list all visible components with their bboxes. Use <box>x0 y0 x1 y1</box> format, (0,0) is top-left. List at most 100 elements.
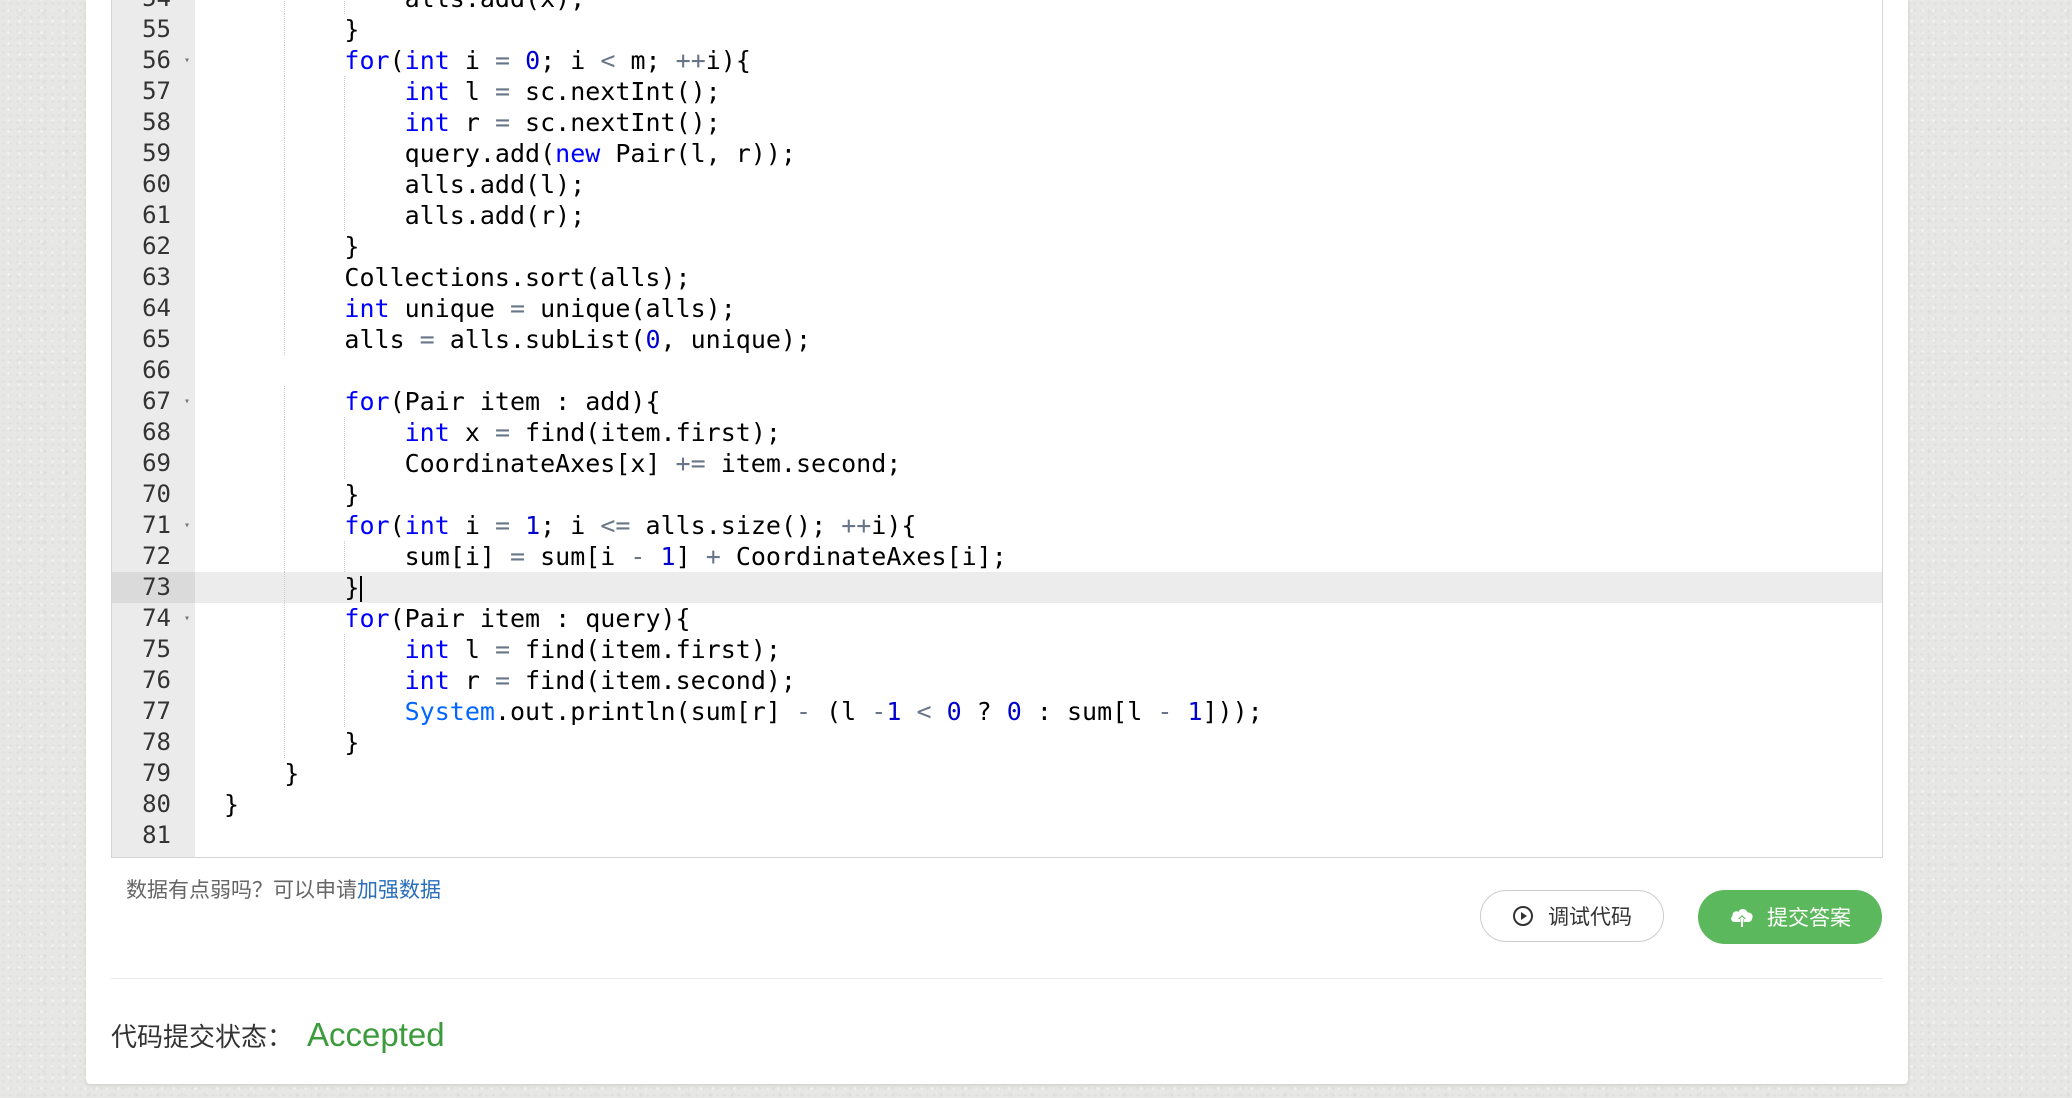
line-number: 60 <box>142 170 171 198</box>
code-text: alls.add(x); <box>224 0 586 14</box>
code-line[interactable]: 74 ▾ for(Pair item : query){ <box>112 603 1882 634</box>
submit-answer-button[interactable]: 提交答案 <box>1698 890 1882 944</box>
line-number-cell: 81 <box>112 820 195 851</box>
code-line[interactable]: 57 int l = sc.nextInt(); <box>112 76 1882 107</box>
code-line[interactable]: 60 alls.add(l); <box>112 169 1882 200</box>
code-line[interactable]: 79 } <box>112 758 1882 789</box>
divider <box>111 978 1883 979</box>
code-line[interactable]: 58 int r = sc.nextInt(); <box>112 107 1882 138</box>
editor-lines[interactable]: 54 alls.add(x);55 }56▾ for(int i = 0; i … <box>112 0 1882 851</box>
code-line[interactable]: 65 alls = alls.subList(0, unique); <box>112 324 1882 355</box>
line-number-cell: 70 <box>112 479 195 510</box>
code-line[interactable]: 68 int x = find(item.first); <box>112 417 1882 448</box>
code-line[interactable]: 69 CoordinateAxes[x] += item.second; <box>112 448 1882 479</box>
submission-status: 代码提交状态： Accepted <box>111 1016 445 1054</box>
code-text: } <box>224 790 240 819</box>
fold-toggle-icon[interactable]: ▾ <box>184 510 190 541</box>
code-text: int unique = unique(alls); <box>344 294 736 323</box>
weak-data-note: 数据有点弱吗？可以申请加强数据 <box>126 874 441 904</box>
code-line[interactable]: 77 System.out.println(sum[r] - (l -1 < 0… <box>112 696 1882 727</box>
code-text: int r = find(item.second); <box>404 666 796 695</box>
code-text: alls.add(l); <box>224 170 586 199</box>
line-number-cell: 71 ▾ <box>112 510 195 541</box>
code-line[interactable]: 66 <box>112 355 1882 386</box>
code-text: query.add(new Pair(l, r)); <box>224 139 796 168</box>
fold-toggle-icon[interactable]: ▾ <box>184 45 190 76</box>
code-line[interactable]: 72 sum[i] = sum[i - 1] + CoordinateAxes[… <box>112 541 1882 572</box>
code-line[interactable]: 56 ▾ for(int i = 0; i < m; ++i){ <box>112 45 1882 76</box>
line-number: 68 <box>142 418 171 446</box>
line-number: 77 <box>142 697 171 725</box>
code-line[interactable]: 70 } <box>112 479 1882 510</box>
code-text: } <box>224 480 360 509</box>
status-value: Accepted <box>307 1016 445 1053</box>
code-line[interactable]: 71 ▾ for(int i = 1; i <= alls.size(); ++i… <box>112 510 1882 541</box>
code-text: for(int i = 0; i < m; ++i){ <box>344 46 751 75</box>
code-text: alls.add(r); <box>224 201 586 230</box>
code-text: int l = find(item.first); <box>404 635 781 664</box>
line-number-cell: 66 <box>112 355 195 386</box>
line-number-cell: 63 <box>112 262 195 293</box>
code-line[interactable]: 59 query.add(new Pair(l, r)); <box>112 138 1882 169</box>
line-number-cell: 59 <box>112 138 195 169</box>
line-number-cell: 74 ▾ <box>112 603 195 634</box>
line-number-cell: 73 <box>112 572 195 603</box>
code-line[interactable]: 73 } <box>112 572 1882 603</box>
code-line[interactable]: 78 } <box>112 727 1882 758</box>
status-label: 代码提交状态： <box>111 1022 294 1053</box>
play-circle-icon <box>1513 906 1533 926</box>
line-number: 71 <box>142 511 171 539</box>
line-number-cell: 56 ▾ <box>112 45 195 76</box>
line-number-cell: 79 <box>112 758 195 789</box>
fold-toggle-icon[interactable]: ▾ <box>184 603 190 634</box>
code-line[interactable]: 54 alls.add(x); <box>112 0 1882 14</box>
debug-code-button[interactable]: 调试代码 <box>1480 890 1664 942</box>
line-number: 80 <box>142 790 171 818</box>
code-line[interactable]: 63 Collections.sort(alls); <box>112 262 1882 293</box>
code-line[interactable]: 81 <box>112 820 1882 851</box>
line-number-cell: 76 <box>112 665 195 696</box>
code-line[interactable]: 80} <box>112 789 1882 820</box>
line-number: 79 <box>142 759 171 787</box>
line-number-cell: 78 <box>112 727 195 758</box>
line-number-cell: 58 <box>112 107 195 138</box>
line-number-cell: 65 <box>112 324 195 355</box>
line-number: 66 <box>142 356 171 384</box>
debug-code-label: 调试代码 <box>1548 905 1632 929</box>
line-number: 61 <box>142 201 171 229</box>
code-line[interactable]: 67 ▾ for(Pair item : add){ <box>112 386 1882 417</box>
code-editor[interactable]: 54 alls.add(x);55 }56▾ for(int i = 0; i … <box>111 0 1883 858</box>
code-line[interactable]: 62 } <box>112 231 1882 262</box>
problem-card: 54 alls.add(x);55 }56▾ for(int i = 0; i … <box>86 0 1908 1084</box>
strengthen-data-link[interactable]: 加强数据 <box>357 878 441 902</box>
code-line[interactable]: 76 int r = find(item.second); <box>112 665 1882 696</box>
line-number-cell: 75 <box>112 634 195 665</box>
submit-answer-label: 提交答案 <box>1767 906 1851 930</box>
line-number-cell: 60 <box>112 169 195 200</box>
line-number-cell: 55 <box>112 14 195 45</box>
line-number: 76 <box>142 666 171 694</box>
code-line[interactable]: 55 } <box>112 14 1882 45</box>
code-text: for(Pair item : query){ <box>344 604 691 633</box>
line-number: 81 <box>142 821 171 849</box>
line-number: 64 <box>142 294 171 322</box>
line-number: 75 <box>142 635 171 663</box>
code-text: alls = alls.subList(0, unique); <box>224 325 812 354</box>
code-text: } <box>224 232 360 261</box>
weak-data-text: 数据有点弱吗？可以申请 <box>126 878 357 902</box>
line-number: 72 <box>142 542 171 570</box>
line-number: 74 <box>142 604 171 632</box>
line-number: 54 <box>142 0 171 14</box>
code-text: System.out.println(sum[r] - (l -1 < 0 ? … <box>404 697 1263 726</box>
code-text: } <box>224 572 363 603</box>
line-number: 65 <box>142 325 171 353</box>
line-number: 62 <box>142 232 171 260</box>
code-text: int l = sc.nextInt(); <box>404 77 721 106</box>
line-number: 59 <box>142 139 171 167</box>
code-line[interactable]: 75 int l = find(item.first); <box>112 634 1882 665</box>
code-line[interactable]: 61 alls.add(r); <box>112 200 1882 231</box>
fold-toggle-icon[interactable]: ▾ <box>184 386 190 417</box>
line-number: 78 <box>142 728 171 756</box>
code-text: for(Pair item : add){ <box>344 387 661 416</box>
code-line[interactable]: 64 int unique = unique(alls); <box>112 293 1882 324</box>
